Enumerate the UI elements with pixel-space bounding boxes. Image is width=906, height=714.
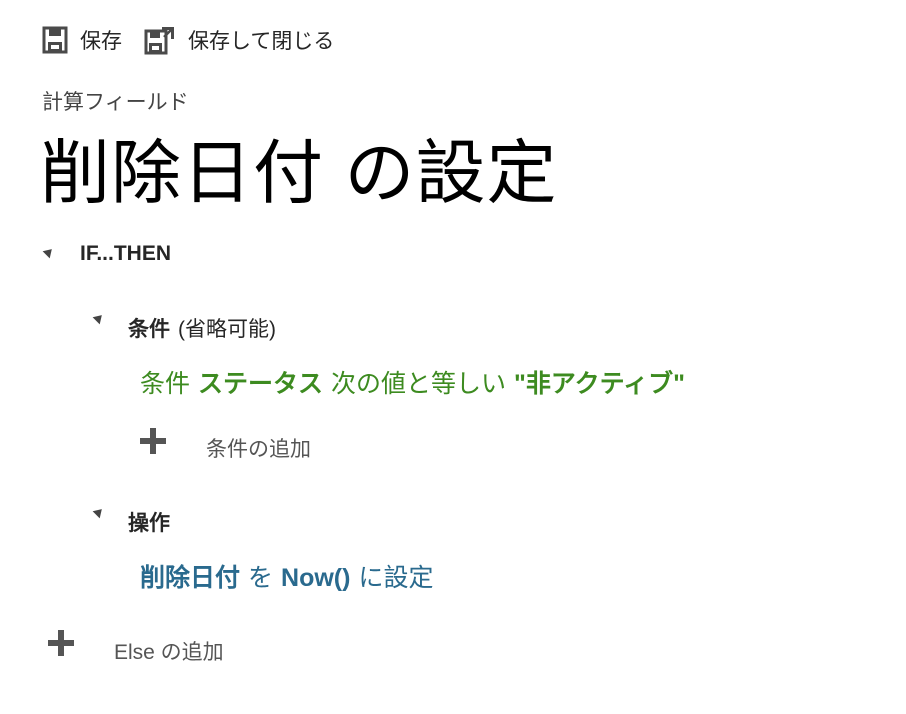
save-and-close-label: 保存して閉じる <box>188 30 335 53</box>
page-subtitle: 計算フィールド <box>42 91 189 114</box>
calculated-field-editor: 保存 保存して閉じる 計算フィールド 削除日付 の設定 IF...THEN 条件… <box>0 0 906 714</box>
collapse-conditions-icon[interactable] <box>92 311 106 325</box>
if-then-label: IF...THEN <box>80 242 172 265</box>
toolbar: 保存 保存して閉じる <box>42 24 356 56</box>
collapse-actions-icon[interactable] <box>92 505 106 519</box>
condition-value: "非アクティブ" <box>514 370 686 398</box>
action-verb: に設定 <box>358 564 434 592</box>
collapse-if-then-icon[interactable] <box>42 245 56 259</box>
conditions-optional-note: (省略可能) <box>178 318 276 341</box>
floppy-disk-close-icon <box>144 25 176 55</box>
action-item[interactable]: 削除日付を Now() に設定 <box>140 558 433 594</box>
add-else-link[interactable]: Else の追加 <box>114 636 224 666</box>
floppy-disk-icon <box>42 26 68 54</box>
action-field: 削除日付 <box>140 564 241 592</box>
page-title: 削除日付 の設定 <box>40 134 558 212</box>
actions-label: 操作 <box>128 512 170 535</box>
action-connector: を <box>248 564 274 592</box>
condition-operator: 次の値と等しい <box>331 370 507 398</box>
conditions-header: 条件 (省略可能) <box>128 313 276 343</box>
save-label: 保存 <box>80 30 122 53</box>
save-and-close-button[interactable]: 保存して閉じる <box>144 25 334 55</box>
conditions-label: 条件 <box>128 318 170 341</box>
save-button[interactable]: 保存 <box>42 25 122 55</box>
condition-field: ステータス <box>198 370 324 398</box>
action-value: Now() <box>281 564 351 592</box>
add-condition-link[interactable]: 条件の追加 <box>206 433 311 463</box>
add-else-plus-icon[interactable] <box>48 630 74 656</box>
condition-item[interactable]: 条件 ステータス 次の値と等しい "非アクティブ" <box>140 364 685 400</box>
condition-prefix: 条件 <box>140 370 191 398</box>
add-condition-plus-icon[interactable] <box>140 428 166 454</box>
